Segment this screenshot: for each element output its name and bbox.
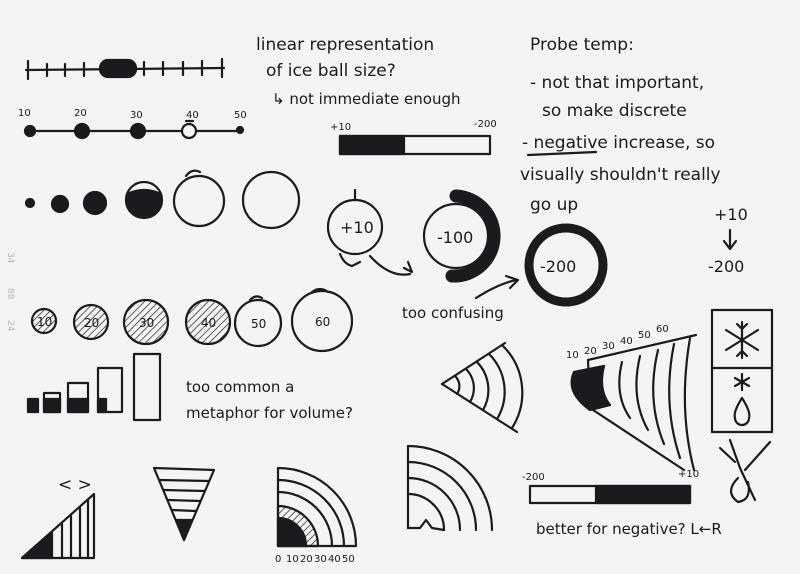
- circle-label: 50: [251, 317, 266, 331]
- circle-label: 20: [84, 316, 99, 330]
- chevrons-icon: < >: [58, 475, 92, 495]
- scale-label: 40: [186, 110, 199, 121]
- scale-label: 20: [74, 108, 87, 119]
- circle-label: 40: [201, 316, 216, 330]
- arrow-sequence-top: +10: [714, 205, 748, 224]
- small-snowflake-icon: [733, 372, 751, 392]
- fan-label: 60: [656, 324, 669, 335]
- fan-label: 30: [602, 341, 615, 352]
- melting-snowflake-icon: [718, 438, 772, 504]
- bar-bottom-right-label: +10: [678, 469, 699, 480]
- quarter-label: 20: [300, 554, 313, 565]
- scale-label: 10: [18, 108, 31, 119]
- note-better-negative: better for negative? L←R: [536, 520, 722, 538]
- quarter-label: 40: [328, 554, 341, 565]
- bar-gauge-bottom: [528, 484, 692, 505]
- bar-top-right-label: -200: [474, 119, 497, 130]
- snowflake-panel: [710, 308, 774, 434]
- dot-scale-sketch: [23, 119, 245, 140]
- ring-label-b: -100: [437, 228, 473, 247]
- fan-sketch-left: [440, 341, 524, 434]
- arrow-sequence-bottom: -200: [708, 257, 744, 276]
- note-common-metaphor-2: metaphor for volume?: [186, 404, 353, 422]
- quarter-label: 50: [342, 554, 355, 565]
- snowflake-icon: [724, 320, 760, 360]
- growing-circles-row: [24, 169, 301, 230]
- note-probe-line-4: - negative increase, so: [522, 133, 715, 153]
- inverted-cone-sketch: [152, 466, 216, 542]
- quarter-label: 30: [314, 554, 327, 565]
- bar-gauge-top: [338, 134, 492, 156]
- circle-label: 60: [315, 315, 330, 329]
- quarter-rings-sketch: [276, 466, 358, 548]
- note-too-confusing: too confusing: [402, 304, 504, 322]
- quarter-label: 0: [275, 554, 281, 565]
- note-probe-line-6: go up: [530, 195, 578, 215]
- margin-mark: 34: [5, 252, 15, 264]
- fan-label: 20: [584, 346, 597, 357]
- volume-bars-sketch: [26, 352, 162, 422]
- quarter-arcs-sketch: [406, 444, 494, 532]
- linear-scale-sketch: [24, 57, 226, 81]
- ring-label-c: -200: [540, 257, 576, 276]
- arrow-sequence: [722, 228, 738, 251]
- margin-mark: 24: [5, 320, 15, 332]
- note-probe-line-2: - not that important,: [530, 73, 704, 93]
- bar-top-left-label: +10: [330, 122, 351, 133]
- note-linear-sub: ↳ not immediate enough: [272, 90, 461, 108]
- note-linear-title-2: of ice ball size?: [266, 61, 396, 81]
- sketch-canvas: linear representation of ice ball size? …: [5, 35, 774, 565]
- note-probe-line-3: so make discrete: [542, 101, 687, 121]
- note-common-metaphor: too common a: [186, 378, 294, 396]
- note-probe-line-5: visually shouldn't really: [520, 165, 721, 185]
- note-linear-title: linear representation: [256, 35, 434, 55]
- wedge-sketch: [20, 492, 96, 560]
- fan-label: 40: [620, 336, 633, 347]
- sketch-sheet: linear representation of ice ball size? …: [0, 0, 800, 574]
- fan-label: 50: [638, 330, 651, 341]
- circle-label: 10: [37, 315, 52, 329]
- scale-label: 30: [130, 110, 143, 121]
- circle-label: 30: [139, 316, 154, 330]
- ring-label-a: +10: [340, 218, 374, 237]
- scale-label: 50: [234, 110, 247, 121]
- margin-mark: 88: [5, 288, 15, 300]
- bar-bottom-left-label: -200: [522, 472, 545, 483]
- quarter-label: 10: [286, 554, 299, 565]
- numbered-circles-row: [30, 287, 354, 353]
- fan-label: 10: [566, 350, 579, 361]
- note-probe-heading: Probe temp:: [530, 35, 634, 55]
- water-drop-icon: [733, 396, 751, 427]
